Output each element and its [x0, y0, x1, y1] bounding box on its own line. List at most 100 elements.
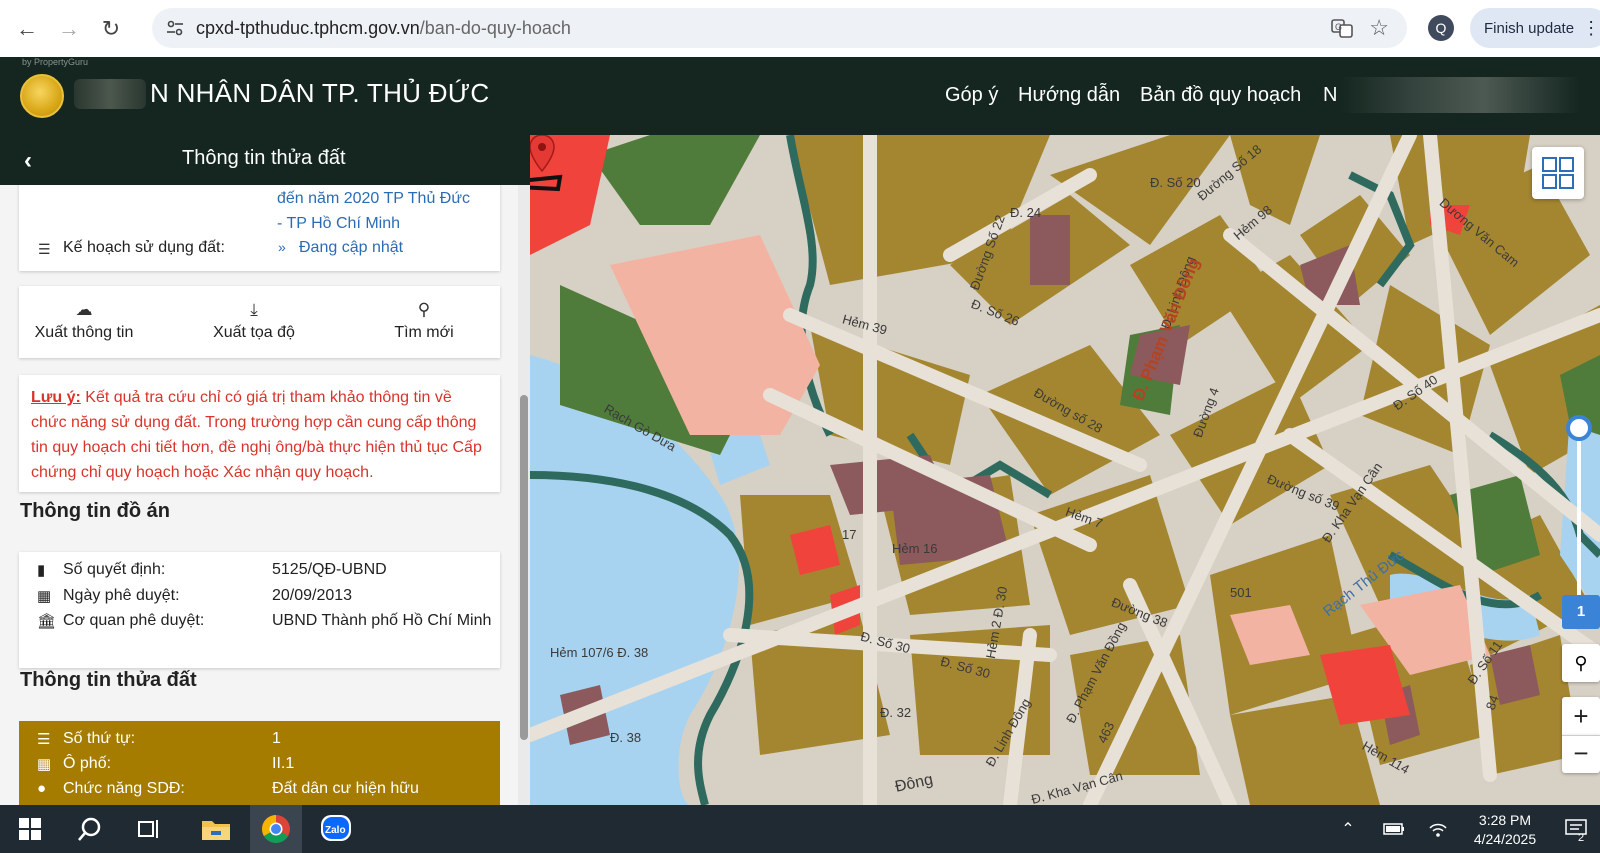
forward-arrow-icon[interactable]: →	[54, 14, 84, 44]
nav-huong-dan[interactable]: Hướng dẫn	[1018, 84, 1120, 107]
nav-truncated[interactable]: N	[1323, 84, 1337, 107]
notification-icon[interactable]	[1556, 805, 1596, 853]
url-host: cpxd-tpthuduc.tphcm.gov.vn	[196, 17, 420, 38]
map-label: Đ. 32	[880, 705, 912, 720]
zalo-icon[interactable]: Zalo	[312, 805, 360, 853]
battery-icon[interactable]	[1376, 805, 1412, 853]
start-icon[interactable]	[6, 805, 54, 853]
project-value: 5125/QĐ-UBND	[272, 561, 387, 578]
actions-card: ☁ Xuất thông tin ⤓ Xuất tọa độ ⚲ Tìm mới	[19, 286, 500, 358]
notice-title: Lưu ý:	[31, 389, 81, 406]
nav-ban-do-quy-hoach[interactable]: Bản đồ quy hoạch	[1140, 84, 1301, 107]
new-search-label: Tìm mới	[394, 324, 454, 341]
reload-icon[interactable]: ↻	[96, 14, 126, 44]
project-heading: Thông tin đồ án	[20, 500, 170, 522]
watermark: by PropertyGuru	[22, 57, 89, 67]
svg-text:G: G	[1335, 22, 1342, 32]
land-value: II.1	[272, 755, 295, 772]
map-label: Hẻm 107/6 Đ. 38	[550, 645, 649, 660]
planning-map[interactable]: Hẻm 39 Đ. Số 26 Đường số 28 Đ. 24 Đ. Số …	[530, 135, 1600, 805]
globe-icon: ●	[37, 780, 47, 797]
project-label: Ngày phê duyệt:	[63, 587, 180, 604]
back-chevron-icon[interactable]: ‹	[24, 147, 32, 175]
clock-date: 4/24/2025	[1473, 831, 1537, 847]
notice-card: Lưu ý: Kết quả tra cứu chỉ có giá trị th…	[19, 375, 500, 492]
url-path: /ban-do-quy-hoach	[419, 17, 571, 38]
profile-avatar[interactable]: Q	[1428, 15, 1454, 41]
list-icon: ☰	[37, 731, 51, 748]
city-logo[interactable]	[20, 74, 64, 118]
map-label: Đ. 38	[610, 730, 642, 745]
export-info-button[interactable]: ☁ Xuất thông tin	[9, 300, 159, 342]
site-header: by PropertyGuru N NHÂN DÂN TP. THỦ ĐỨC G…	[0, 57, 1600, 135]
land-label: Số thứ tự:	[63, 730, 136, 747]
calendar-icon: ▦	[37, 588, 52, 605]
land-card: ☰ Số thứ tự: 1 ▦ Ô phố: II.1 ● Chức năng…	[19, 721, 500, 805]
export-coords-button[interactable]: ⤓ Xuất tọa độ	[179, 300, 329, 342]
task-view-icon[interactable]	[126, 805, 174, 853]
site-settings-icon[interactable]	[166, 19, 184, 37]
panel-scrollbar-thumb[interactable]	[520, 395, 528, 740]
site-title: N NHÂN DÂN TP. THỦ ĐỨC	[150, 78, 490, 108]
layers-grid-icon[interactable]	[1532, 147, 1584, 199]
project-value: 20/09/2013	[272, 587, 353, 604]
notice-text: Lưu ý: Kết quả tra cứu chỉ có giá trị th…	[31, 385, 488, 485]
browser-toolbar: ← → ↻ cpxd-tpthuduc.tphcm.gov.vn/ban-do-…	[0, 0, 1600, 57]
windows-taskbar: Zalo ⌃ 3:28 PM 4/24/2025 2	[0, 805, 1600, 853]
menu-dots-icon: ⋮	[1582, 17, 1600, 38]
plan-link-line-2[interactable]: - TP Hồ Chí Minh	[277, 215, 400, 233]
list-icon: ☰	[38, 241, 51, 257]
address-bar[interactable]: cpxd-tpthuduc.tphcm.gov.vn/ban-do-quy-ho…	[152, 8, 1407, 48]
land-value: Đất dân cư hiện hữu	[272, 780, 419, 797]
plan-card: đến năm 2020 TP Thủ Đức - TP Hồ Chí Minh…	[19, 185, 500, 271]
ke-hoach-label: Kế hoạch sử dụng đất:	[63, 239, 225, 256]
taskbar-clock[interactable]: 3:28 PM 4/24/2025	[1460, 811, 1550, 849]
svg-text:Zalo: Zalo	[325, 825, 346, 836]
zoom-out-button[interactable]: −	[1562, 735, 1600, 773]
zoom-slider-track[interactable]	[1577, 441, 1581, 596]
grid-icon: ▦	[37, 756, 52, 773]
panel-title: Thông tin thửa đất	[182, 147, 346, 169]
info-panel: đến năm 2020 TP Thủ Đức - TP Hồ Chí Minh…	[0, 185, 530, 805]
translate-icon[interactable]: G	[1331, 17, 1353, 39]
wifi-icon[interactable]	[1420, 805, 1456, 853]
bookmark-icon: ▮	[37, 562, 46, 579]
plan-link-line-1[interactable]: đến năm 2020 TP Thủ Đức	[277, 190, 470, 208]
finish-update-button[interactable]: Finish update ⋮	[1470, 8, 1600, 48]
cloud-download-icon: ☁	[75, 300, 93, 319]
new-search-button[interactable]: ⚲ Tìm mới	[349, 300, 499, 342]
export-info-label: Xuất thông tin	[34, 324, 134, 341]
chevron-up-icon[interactable]: ⌃	[1330, 805, 1366, 853]
blurred-nav-area	[1340, 77, 1580, 113]
project-value: UBND Thành phố Hồ Chí Minh	[272, 612, 492, 629]
ke-hoach-value[interactable]: Đang cập nhật	[299, 239, 403, 257]
zoom-slider-handle[interactable]	[1566, 415, 1592, 441]
land-value: 1	[272, 730, 281, 747]
zoom-in-button[interactable]: +	[1562, 697, 1600, 735]
map-label: Đ. 24	[1010, 205, 1042, 220]
search-icon: ⚲	[417, 300, 431, 319]
back-arrow-icon[interactable]: ←	[12, 14, 42, 44]
map-label: Đ. Số 20	[1150, 175, 1201, 190]
land-label: Ô phố:	[63, 755, 112, 772]
notice-body: Kết quả tra cứu chỉ có giá trị tham khảo…	[31, 389, 482, 481]
zoom-level-badge: 1	[1562, 595, 1600, 629]
project-label: Số quyết định:	[63, 561, 166, 578]
panel-header: ‹ Thông tin thửa đất	[0, 135, 530, 185]
finish-update-label: Finish update	[1484, 19, 1575, 37]
land-heading: Thông tin thửa đất	[20, 669, 197, 691]
land-label: Chức năng SDĐ:	[63, 780, 185, 797]
nav-gop-y[interactable]: Góp ý	[945, 84, 998, 107]
double-chevron-icon: »	[278, 239, 286, 255]
clock-time: 3:28 PM	[1478, 812, 1532, 828]
search-icon[interactable]	[66, 805, 114, 853]
location-pin-icon[interactable]	[530, 135, 570, 195]
download-icon: ⤓	[250, 300, 258, 319]
file-explorer-icon[interactable]	[192, 805, 240, 853]
notification-count: 2	[1578, 832, 1585, 844]
map-marker-icon[interactable]: ⚲	[1562, 644, 1600, 682]
bookmark-star-icon[interactable]: ☆	[1369, 15, 1389, 41]
blurred-title-area	[74, 79, 146, 109]
map-label: 17	[842, 527, 857, 542]
chrome-icon[interactable]	[250, 805, 302, 853]
